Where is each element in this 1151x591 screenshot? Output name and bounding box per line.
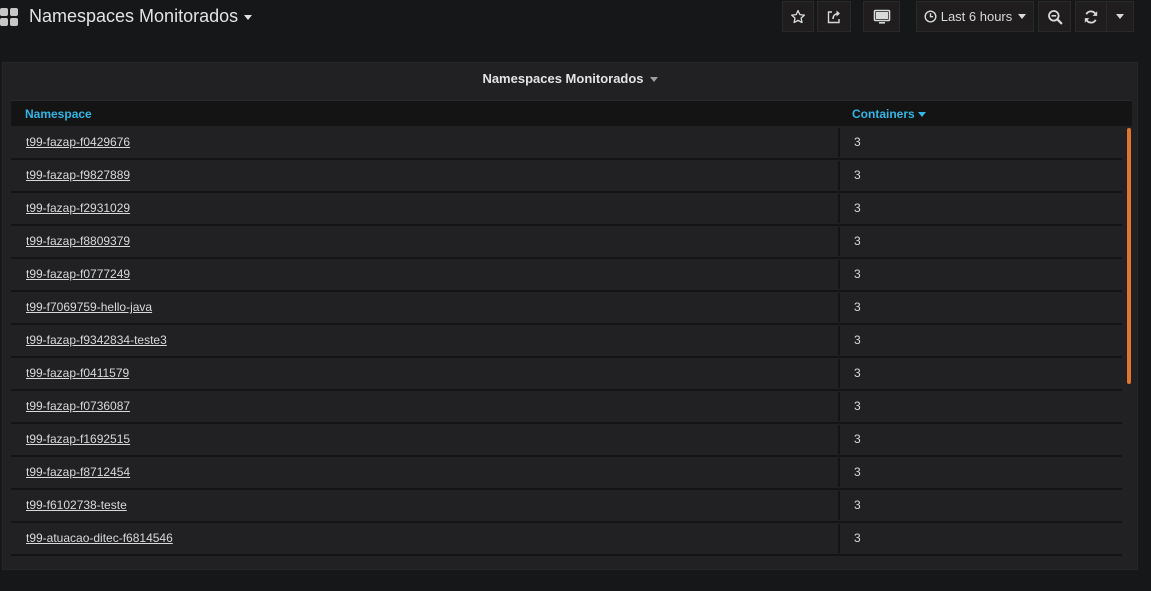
containers-count: 3	[854, 201, 861, 215]
namespace-link[interactable]: t99-fazap-f0411579	[26, 366, 129, 380]
table-row: t99-fazap-f9827889 3	[11, 160, 1122, 193]
table-row: t99-fazap-f9342834-teste3 3	[11, 325, 1122, 358]
caret-down-icon	[1116, 14, 1124, 19]
namespace-link[interactable]: t99-f7069759-hello-java	[26, 300, 152, 314]
containers-count: 3	[854, 498, 861, 512]
chevron-down-icon[interactable]	[244, 14, 253, 20]
tv-mode-button[interactable]	[863, 1, 900, 32]
table-row: t99-fazap-f1692515 3	[11, 424, 1122, 457]
namespace-link[interactable]: t99-atuacao-ditec-f6814546	[26, 531, 173, 545]
table-body: t99-fazap-f0429676 3 t99-fazap-f9827889 3 t9…	[11, 127, 1122, 559]
namespace-link[interactable]: t99-fazap-f0777249	[26, 267, 130, 281]
namespace-link[interactable]: t99-fazap-f8712454	[26, 465, 130, 479]
table-row: t99-fazap-f2931029 3	[11, 193, 1122, 226]
column-divider	[838, 359, 840, 388]
dashboard-title-text[interactable]: Namespaces Monitorados	[29, 6, 238, 26]
scrollbar-thumb[interactable]	[1127, 128, 1131, 384]
containers-count: 3	[854, 168, 861, 182]
containers-count: 3	[854, 267, 861, 281]
table-row: t99-fazap-f0429676 3	[11, 127, 1122, 160]
column-divider	[838, 194, 840, 223]
containers-count: 3	[854, 234, 861, 248]
table-row: t99-atuacao-ditec-f6814546 3	[11, 523, 1122, 556]
top-navbar: Namespaces Monitorados Last 6 hours	[0, 0, 1151, 44]
containers-count: 3	[854, 531, 861, 545]
dashboard-grid-icon[interactable]	[0, 8, 20, 28]
column-divider	[838, 227, 840, 256]
containers-count: 3	[854, 333, 861, 347]
time-picker-button[interactable]: Last 6 hours	[916, 1, 1034, 32]
table-panel: Namespaces Monitorados Namespace Contain…	[2, 62, 1138, 570]
namespace-link[interactable]: t99-fazap-f2931029	[26, 201, 130, 215]
caret-down-icon	[1018, 14, 1027, 19]
containers-count: 3	[854, 432, 861, 446]
column-header-containers-label: Containers	[852, 107, 915, 121]
star-button[interactable]	[782, 1, 814, 32]
monitor-icon	[873, 9, 890, 24]
column-divider	[838, 161, 840, 190]
column-divider	[838, 425, 840, 454]
containers-count: 3	[854, 399, 861, 413]
namespace-link[interactable]: t99-fazap-f0736087	[26, 399, 130, 413]
column-divider	[838, 491, 840, 520]
zoom-out-button[interactable]	[1038, 1, 1071, 32]
refresh-icon	[1084, 10, 1098, 23]
containers-count: 3	[854, 366, 861, 380]
time-range-label[interactable]: Last 6 hours	[941, 9, 1013, 24]
column-header-containers[interactable]: Containers	[852, 107, 926, 121]
column-divider	[838, 326, 840, 355]
clock-icon	[924, 10, 937, 23]
column-divider	[838, 458, 840, 487]
namespace-link[interactable]: t99-fazap-f8809379	[26, 234, 130, 248]
column-divider	[838, 260, 840, 289]
zoom-out-icon	[1047, 9, 1062, 24]
share-icon	[827, 10, 840, 23]
refresh-button[interactable]	[1075, 1, 1107, 32]
namespace-link[interactable]: t99-fazap-f9342834-teste3	[26, 333, 167, 347]
panel-title[interactable]: Namespaces Monitorados	[3, 71, 1137, 86]
column-header-namespace[interactable]: Namespace	[25, 107, 92, 121]
table-row: t99-f6102738-teste 3	[11, 490, 1122, 523]
table-row: t99-fazap-f8712454 3	[11, 457, 1122, 490]
table-row: t99-fazap-f0411579 3	[11, 358, 1122, 391]
dashboard-title[interactable]: Namespaces Monitorados	[29, 6, 253, 27]
containers-count: 3	[854, 135, 861, 149]
column-divider	[838, 128, 840, 157]
table-row: t99-f7069759-hello-java 3	[11, 292, 1122, 325]
panel-title-text[interactable]: Namespaces Monitorados	[482, 71, 643, 86]
column-divider	[838, 524, 840, 553]
namespace-link[interactable]: t99-fazap-f9827889	[26, 168, 130, 182]
namespace-link[interactable]: t99-fazap-f1692515	[26, 432, 130, 446]
table-header: Namespace Containers	[11, 100, 1132, 126]
table-row: t99-fazap-f0736087 3	[11, 391, 1122, 424]
sort-desc-icon	[917, 112, 926, 118]
namespace-link[interactable]: t99-fazap-f0429676	[26, 135, 130, 149]
share-button[interactable]	[817, 1, 851, 32]
refresh-interval-button[interactable]	[1106, 1, 1134, 32]
column-divider	[838, 392, 840, 421]
table-row: t99-fazap-f8809379 3	[11, 226, 1122, 259]
containers-count: 3	[854, 465, 861, 479]
namespace-link[interactable]: t99-f6102738-teste	[26, 498, 127, 512]
table-row: t99-fazap-f0777249 3	[11, 259, 1122, 292]
column-divider	[838, 293, 840, 322]
containers-count: 3	[854, 300, 861, 314]
chevron-down-icon[interactable]	[649, 77, 658, 83]
star-icon	[791, 9, 806, 23]
